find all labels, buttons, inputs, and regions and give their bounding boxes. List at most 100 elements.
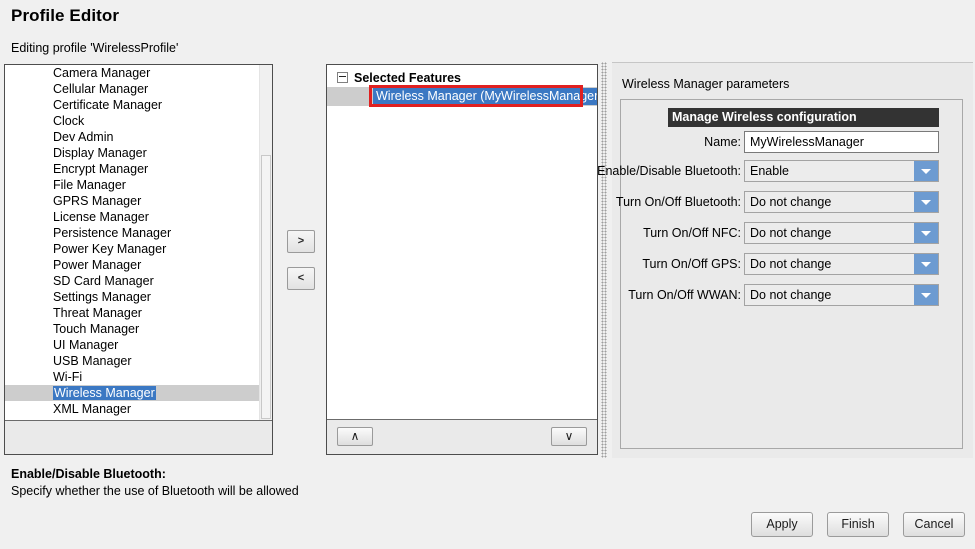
list-item-label: Clock xyxy=(53,114,85,128)
parameter-row: Enable/Disable Bluetooth: Enable xyxy=(597,160,964,182)
list-item-label: GPRS Manager xyxy=(53,194,142,208)
list-item-label: Power Manager xyxy=(53,258,142,272)
list-item[interactable]: Certificate Manager xyxy=(5,97,260,113)
parameter-label: Turn On/Off WWAN: xyxy=(628,288,741,302)
parameter-dropdown[interactable]: Do not change xyxy=(744,253,939,275)
list-item-label: USB Manager xyxy=(53,354,132,368)
selected-features-panel: Selected Features Wireless Manager (MyWi… xyxy=(326,64,598,455)
available-features-listbox[interactable]: Camera Manager Cellular Manager Certificat… xyxy=(5,65,272,421)
page-title: Profile Editor xyxy=(11,6,120,25)
list-item[interactable]: Persistence Manager xyxy=(5,225,260,241)
apply-button[interactable]: Apply xyxy=(751,512,813,537)
move-up-button[interactable]: ∧ xyxy=(337,427,373,446)
chevron-down-icon[interactable] xyxy=(914,192,938,212)
footer-bar: Apply Finish Cancel xyxy=(0,508,975,549)
chevron-down-icon[interactable] xyxy=(914,161,938,181)
list-item[interactable]: SD Card Manager xyxy=(5,273,260,289)
list-item[interactable]: Power Manager xyxy=(5,257,260,273)
available-features-panel: Camera Manager Cellular Manager Certificat… xyxy=(4,64,273,455)
list-item[interactable]: Camera Manager xyxy=(5,65,260,81)
list-item[interactable]: Settings Manager xyxy=(5,289,260,305)
list-item-label: Settings Manager xyxy=(53,290,151,304)
parameter-row: Turn On/Off Bluetooth: Do not change xyxy=(616,191,964,213)
list-item-label: Persistence Manager xyxy=(53,226,172,240)
list-item-label: Cellular Manager xyxy=(53,82,149,96)
list-item-label: File Manager xyxy=(53,178,126,192)
parameter-dropdown[interactable]: Do not change xyxy=(744,222,939,244)
list-item[interactable]: Wi-Fi xyxy=(5,369,260,385)
list-item-label: Wireless Manager xyxy=(53,386,156,400)
dropdown-selected-value: Do not change xyxy=(750,226,832,240)
dropdown-selected-value: Do not change xyxy=(750,257,832,271)
finish-button[interactable]: Finish xyxy=(827,512,889,537)
list-item[interactable]: Cellular Manager xyxy=(5,81,260,97)
available-features-scrollbar[interactable] xyxy=(259,65,272,420)
list-item-label: Touch Manager xyxy=(53,322,140,336)
dropdown-selected-value: Do not change xyxy=(750,195,832,209)
parameter-label: Enable/Disable Bluetooth: xyxy=(597,164,741,178)
parameter-label: Name: xyxy=(704,135,741,149)
list-item-label: Encrypt Manager xyxy=(53,162,149,176)
selected-features-tree[interactable]: Selected Features Wireless Manager (MyWi… xyxy=(327,65,597,420)
tree-root-node[interactable]: Selected Features xyxy=(327,69,461,87)
available-features-list[interactable]: Camera Manager Cellular Manager Certificat… xyxy=(5,65,260,420)
list-item[interactable]: Clock xyxy=(5,113,260,129)
help-title: Enable/Disable Bluetooth: xyxy=(11,467,166,481)
list-item-label: License Manager xyxy=(53,210,149,224)
list-item-label: Certificate Manager xyxy=(53,98,163,112)
list-item-label: Power Key Manager xyxy=(53,242,167,256)
list-item[interactable]: Encrypt Manager xyxy=(5,161,260,177)
list-item[interactable]: License Manager xyxy=(5,209,260,225)
page-subtitle: Editing profile 'WirelessProfile' xyxy=(11,41,179,55)
parameter-dropdown[interactable]: Do not change xyxy=(744,191,939,213)
parameter-dropdown[interactable]: Enable xyxy=(744,160,939,182)
list-item-label: UI Manager xyxy=(53,338,119,352)
list-item[interactable]: XML Manager xyxy=(5,401,260,417)
chevron-down-icon[interactable] xyxy=(914,223,938,243)
available-features-footer-area xyxy=(5,422,272,454)
tree-child-row[interactable]: Wireless Manager (MyWirelessManager) xyxy=(327,87,597,106)
parameter-row: Turn On/Off GPS: Do not change xyxy=(621,253,964,275)
parameters-panel-title: Wireless Manager parameters xyxy=(622,77,790,91)
list-item[interactable]: GPRS Manager xyxy=(5,193,260,209)
remove-feature-button[interactable]: < xyxy=(287,267,315,290)
parameter-label: Turn On/Off Bluetooth: xyxy=(615,195,741,209)
list-item-label: Camera Manager xyxy=(53,66,151,80)
panel-sash-divider[interactable] xyxy=(601,62,607,458)
parameter-row: Turn On/Off NFC: Do not change xyxy=(621,222,964,244)
help-body: Specify whether the use of Bluetooth wil… xyxy=(11,484,299,498)
dropdown-selected-value: Enable xyxy=(750,164,789,178)
list-item[interactable]: UI Manager xyxy=(5,337,260,353)
dropdown-selected-value: Do not change xyxy=(750,288,832,302)
list-item-label: Threat Manager xyxy=(53,306,142,320)
parameter-label: Turn On/Off NFC: xyxy=(643,226,741,240)
move-down-button[interactable]: ∨ xyxy=(551,427,587,446)
list-item[interactable]: Display Manager xyxy=(5,145,260,161)
list-item[interactable]: Touch Manager xyxy=(5,321,260,337)
tree-child-label[interactable]: Wireless Manager (MyWirelessManager) xyxy=(373,88,597,105)
selected-features-button-bar: ∧ ∨ xyxy=(327,421,597,454)
list-item[interactable]: Power Key Manager xyxy=(5,241,260,257)
parameter-label: Turn On/Off GPS: xyxy=(642,257,741,271)
chevron-down-icon[interactable] xyxy=(914,285,938,305)
list-item-label: Wi-Fi xyxy=(53,370,83,384)
list-item[interactable]: File Manager xyxy=(5,177,260,193)
scrollbar-thumb[interactable] xyxy=(261,155,271,419)
add-feature-button[interactable]: > xyxy=(287,230,315,253)
list-item-label: Display Manager xyxy=(53,146,147,160)
config-section-header: Manage Wireless configuration xyxy=(668,108,939,127)
chevron-down-icon[interactable] xyxy=(914,254,938,274)
parameter-dropdown[interactable]: Do not change xyxy=(744,284,939,306)
parameter-row: Name: MyWirelessManager xyxy=(621,131,964,153)
list-item[interactable]: Threat Manager xyxy=(5,305,260,321)
list-item[interactable]: Dev Admin xyxy=(5,129,260,145)
parameters-panel: Wireless Manager parameters Manage Wirel… xyxy=(597,62,973,458)
tree-root-label: Selected Features xyxy=(354,71,461,85)
parameter-row: Turn On/Off WWAN: Do not change xyxy=(621,284,964,306)
list-item[interactable]: USB Manager xyxy=(5,353,260,369)
cancel-button[interactable]: Cancel xyxy=(903,512,965,537)
collapse-minus-icon[interactable] xyxy=(337,72,348,84)
parameters-group-box: Manage Wireless configuration Name: MyWir… xyxy=(597,99,964,449)
list-item[interactable]: Wireless Manager xyxy=(5,385,260,401)
name-input[interactable]: MyWirelessManager xyxy=(744,131,939,153)
